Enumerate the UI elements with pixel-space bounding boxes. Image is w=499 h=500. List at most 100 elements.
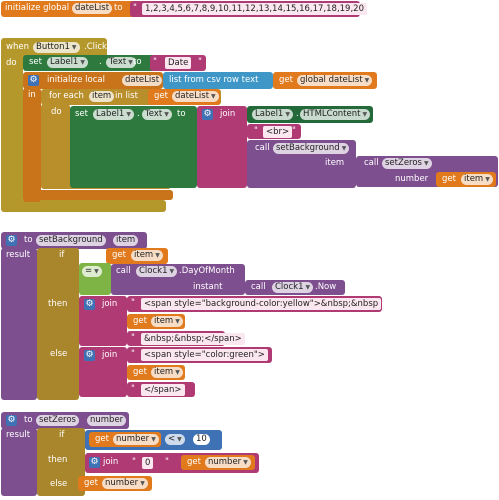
item-var-dropdown[interactable]: item ▼ bbox=[131, 250, 163, 261]
date-string-block[interactable]: " Date " bbox=[150, 55, 206, 71]
join-block-label[interactable]: ⚙ join bbox=[197, 106, 247, 188]
join-block-then[interactable]: ⚙ join bbox=[79, 296, 127, 346]
join-block-zeros[interactable]: ⚙ join " 0 " get number ▼ bbox=[85, 453, 259, 473]
event-name-label: .Click bbox=[84, 42, 107, 52]
gear-icon[interactable]: ⚙ bbox=[6, 415, 17, 426]
clock-component-dropdown[interactable]: Clock1 ▼ bbox=[272, 282, 314, 293]
global-var-dropdown[interactable]: global dateList ▼ bbox=[297, 75, 373, 86]
call-clock-dayofmonth-block[interactable]: call Clock1 ▼ .DayOfMonth instant bbox=[111, 264, 245, 295]
ten-number-field[interactable]: 10 bbox=[193, 434, 210, 445]
event-component-dropdown[interactable]: Button1 ▼ bbox=[33, 42, 80, 53]
span-yellow-string-block[interactable]: " <span style="background-color:yellow">… bbox=[127, 296, 382, 312]
now-label: .Now bbox=[315, 282, 337, 292]
span-green-text[interactable]: <span style="color:green"> bbox=[141, 349, 268, 361]
chevron-down-icon: ▼ bbox=[175, 318, 180, 325]
get-item-block[interactable]: get item ▼ bbox=[127, 365, 185, 380]
get-item-block[interactable]: get item ▼ bbox=[127, 314, 185, 329]
zero-string-block[interactable]: " 0 " bbox=[128, 455, 176, 470]
lt-operator-dropdown[interactable]: < ▼ bbox=[165, 434, 185, 445]
htmlcontent-dropdown[interactable]: HTMLContent ▼ bbox=[300, 109, 371, 120]
gear-icon[interactable]: ⚙ bbox=[89, 457, 100, 468]
equals-compare-block[interactable]: = ▼ bbox=[79, 263, 111, 295]
item-var-dropdown[interactable]: item ▼ bbox=[151, 316, 183, 327]
number-var-dropdown[interactable]: number ▼ bbox=[205, 457, 251, 468]
get-global-datelist-block[interactable]: get global dateList ▼ bbox=[273, 72, 377, 89]
span-yellow-text[interactable]: <span style="background-color:yellow">&n… bbox=[141, 298, 382, 310]
local-var-dropdown[interactable]: dateList ▼ bbox=[172, 91, 219, 102]
get-label: get bbox=[133, 367, 147, 377]
global-value-string-block[interactable]: " 1,2,3,4,5,6,7,8,9,10,11,12,13,14,15,16… bbox=[130, 1, 367, 17]
gear-icon[interactable]: ⚙ bbox=[202, 109, 213, 120]
join-label: join bbox=[103, 457, 119, 467]
set-property-dropdown[interactable]: Text ▼ bbox=[142, 109, 172, 120]
get-local-datelist-block[interactable]: get dateList ▼ bbox=[148, 89, 220, 105]
number-var-dropdown[interactable]: number ▼ bbox=[102, 478, 148, 489]
set-label: set bbox=[29, 57, 42, 67]
chevron-down-icon: ▼ bbox=[243, 459, 248, 466]
procedure-setzeros-block[interactable]: ⚙ to setZeros number bbox=[1, 412, 129, 429]
gear-icon[interactable]: ⚙ bbox=[84, 350, 95, 361]
date-string-text[interactable]: Date bbox=[165, 57, 192, 69]
global-to-label: to bbox=[114, 3, 123, 13]
br-string-block[interactable]: " <br> " bbox=[247, 124, 301, 139]
get-item-block[interactable]: get item ▼ bbox=[106, 248, 168, 264]
get-number-block[interactable]: get number ▼ bbox=[181, 455, 255, 470]
proc-to-label: to bbox=[24, 235, 33, 245]
gear-icon[interactable]: ⚙ bbox=[6, 235, 17, 246]
procedure-setbackground-block[interactable]: ⚙ to setBackground item bbox=[1, 232, 147, 249]
gear-icon[interactable]: ⚙ bbox=[28, 75, 39, 86]
global-value-text[interactable]: 1,2,3,4,5,6,7,8,9,10,11,12,13,14,15,16,1… bbox=[142, 3, 367, 15]
set-component-dropdown[interactable]: Label1 ▼ bbox=[47, 57, 88, 68]
set-component-dropdown[interactable]: Label1 ▼ bbox=[93, 109, 134, 120]
proc-param-field[interactable]: number bbox=[87, 415, 127, 426]
set-label-html-block[interactable]: set Label1 ▼ . Text ▼ to bbox=[70, 106, 197, 188]
item-var-dropdown[interactable]: item ▼ bbox=[151, 367, 183, 378]
get-number-block[interactable]: get number ▼ bbox=[89, 432, 161, 447]
number-var-dropdown[interactable]: number ▼ bbox=[113, 434, 159, 445]
chevron-down-icon: ▼ bbox=[169, 268, 175, 275]
set-property-dropdown[interactable]: Text ▼ bbox=[106, 57, 136, 68]
chevron-down-icon: ▼ bbox=[94, 268, 99, 275]
span-close-text[interactable]: </span> bbox=[141, 384, 185, 396]
if-then-else-block[interactable]: if then else bbox=[37, 248, 79, 400]
span-close-string-block[interactable]: " </span> bbox=[127, 382, 195, 397]
list-from-csv-row-block[interactable]: list from csv row text bbox=[163, 72, 273, 89]
proc-name-field[interactable]: setZeros bbox=[36, 415, 79, 426]
join-block-else[interactable]: ⚙ join bbox=[79, 347, 127, 397]
dayofmonth-label: .DayOfMonth bbox=[179, 266, 235, 276]
proc-name-field[interactable]: setBackground bbox=[36, 235, 106, 246]
equals-operator-dropdown[interactable]: = ▼ bbox=[82, 266, 102, 277]
chevron-down-icon: ▼ bbox=[164, 111, 169, 118]
get-label: get bbox=[84, 478, 98, 488]
zero-string-text[interactable]: 0 bbox=[142, 457, 154, 469]
global-name-field[interactable]: dateList bbox=[72, 3, 113, 14]
clock-component-dropdown[interactable]: Clock1 ▼ bbox=[136, 266, 178, 277]
proc-to-label: to bbox=[24, 415, 33, 425]
br-string-text[interactable]: <br> bbox=[263, 126, 293, 138]
gear-icon[interactable]: ⚙ bbox=[84, 299, 95, 310]
span-green-string-block[interactable]: " <span style="color:green"> bbox=[127, 347, 272, 363]
item-param-label: item bbox=[325, 158, 345, 168]
proc-param-field[interactable]: item bbox=[113, 235, 139, 246]
setbackground-dropdown[interactable]: setBackground ▼ bbox=[273, 143, 350, 154]
nbsp-close-string-block[interactable]: " &nbsp;&nbsp;</span> bbox=[127, 331, 245, 346]
less-than-compare-block[interactable]: get number ▼ < ▼ 10 bbox=[85, 430, 222, 450]
call-setbackground-block[interactable]: call setBackground ▼ item bbox=[247, 140, 356, 188]
chevron-down-icon: ▼ bbox=[177, 436, 182, 443]
nbsp-close-text[interactable]: &nbsp;&nbsp;</span> bbox=[141, 333, 245, 345]
label1-htmlcontent-block[interactable]: Label1 ▼ . HTMLContent ▼ bbox=[247, 106, 373, 123]
item-var-dropdown[interactable]: item ▼ bbox=[461, 174, 493, 185]
get-number-block-else[interactable]: get number ▼ bbox=[78, 476, 152, 491]
chevron-down-icon: ▼ bbox=[126, 111, 131, 118]
result-label: result bbox=[6, 250, 31, 260]
get-label: get bbox=[112, 250, 126, 260]
local-name-field[interactable]: dateList bbox=[122, 75, 163, 86]
loop-item-field[interactable]: item bbox=[89, 91, 115, 102]
instant-label: instant bbox=[193, 282, 223, 292]
setzeros-dropdown[interactable]: setZeros ▼ bbox=[382, 158, 432, 169]
get-item-block[interactable]: get item ▼ bbox=[436, 172, 496, 187]
join-label: join bbox=[102, 350, 118, 360]
getter-component-dropdown[interactable]: Label1 ▼ bbox=[252, 109, 293, 120]
call-clock-now-block[interactable]: call Clock1 ▼ .Now bbox=[245, 280, 345, 295]
local-variable-block[interactable]: ⚙ initialize local dateList to bbox=[23, 72, 175, 89]
